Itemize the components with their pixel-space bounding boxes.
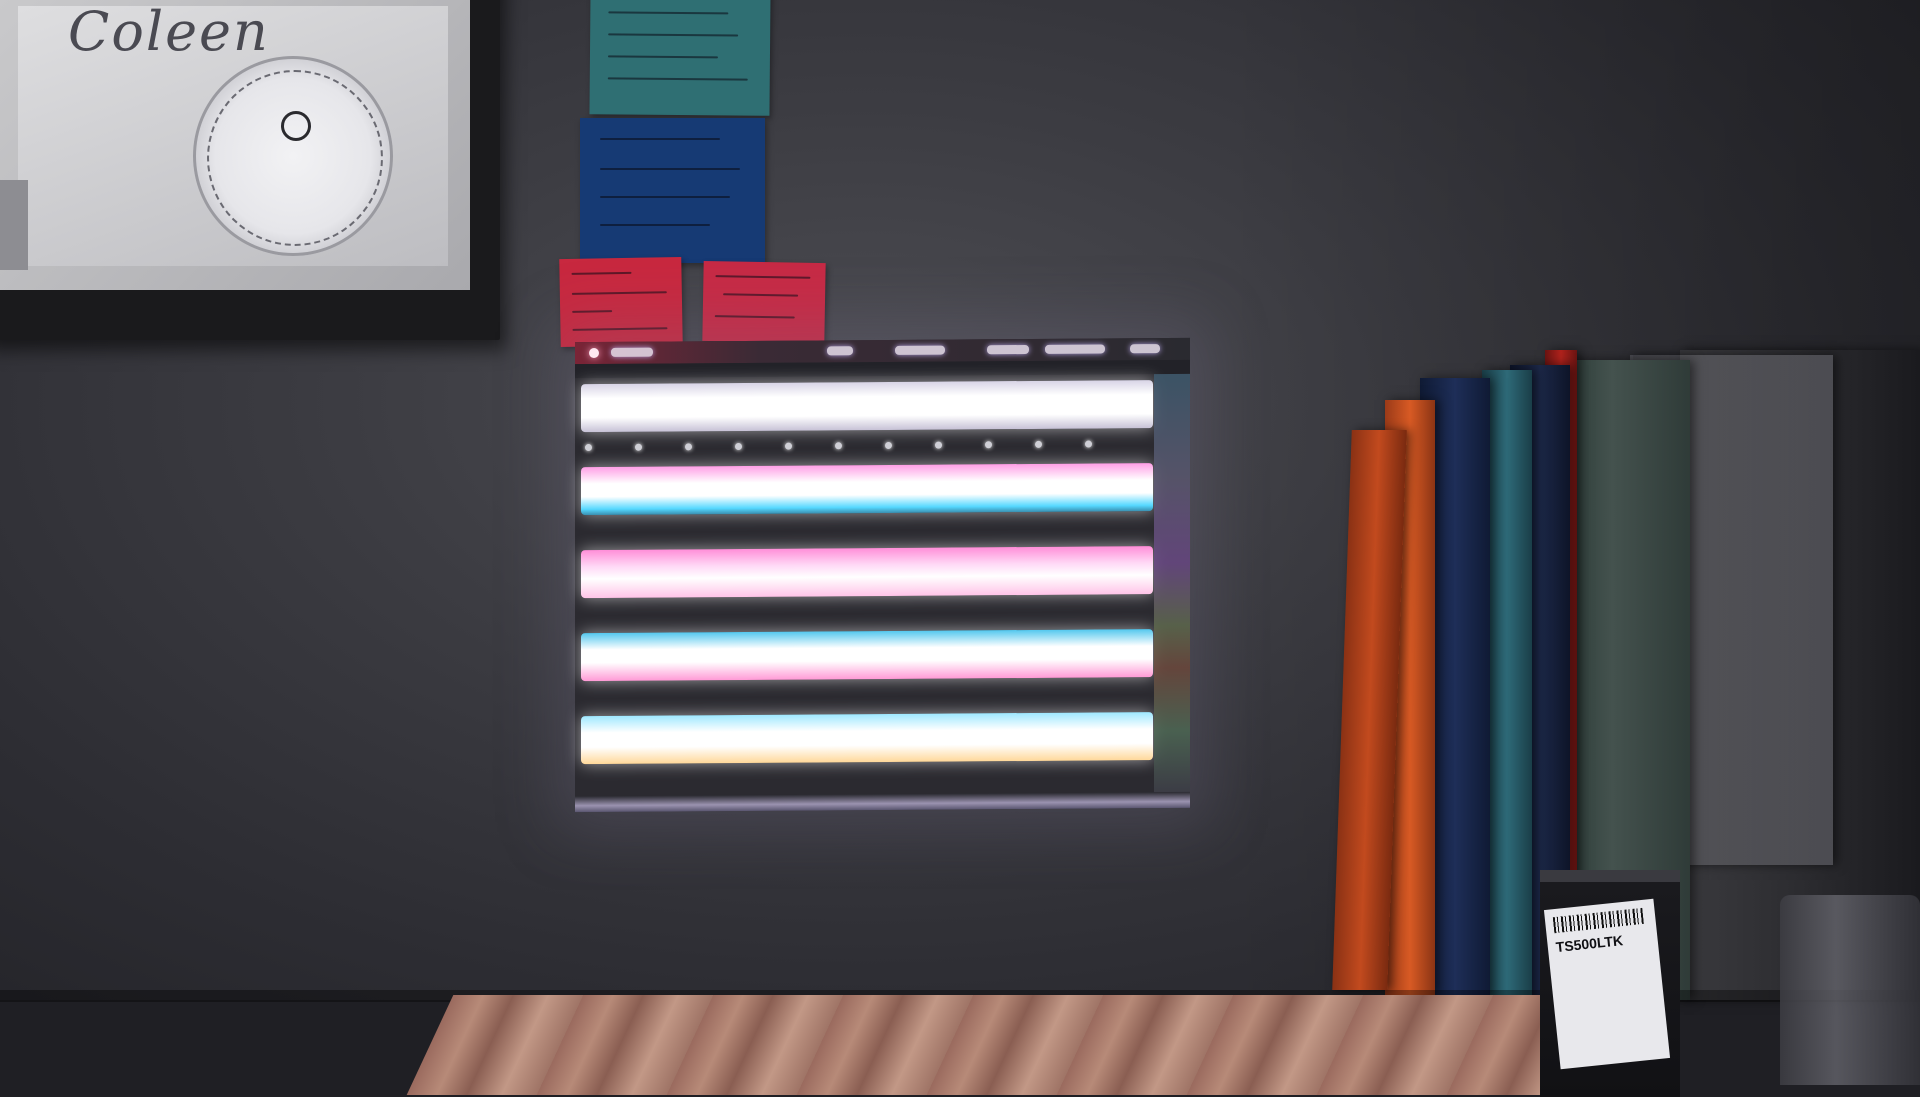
frame-bracket	[0, 180, 28, 270]
projected-dot	[985, 441, 992, 449]
menubar-status	[1045, 344, 1105, 354]
scribble-line	[572, 310, 613, 313]
frame-inner: Coleen	[18, 0, 448, 266]
hard-drive-box: TS500LTK	[1540, 870, 1680, 1097]
scribble-line	[715, 275, 811, 279]
projected-dot	[685, 443, 692, 451]
sticky-note-red-left	[559, 256, 683, 348]
sticky-note-red-right	[702, 260, 826, 344]
menubar-status	[827, 346, 853, 356]
frame-handwriting: Coleen	[68, 0, 270, 63]
projected-screen	[575, 337, 1190, 813]
dial-center	[281, 111, 311, 141]
projected-dot	[935, 441, 942, 449]
scribble-line	[571, 271, 632, 275]
picture-frame: Coleen	[0, 0, 500, 340]
menubar-indicator	[589, 347, 599, 359]
scribble-line	[607, 55, 718, 59]
projected-toolbar	[575, 359, 1190, 379]
projected-dot	[1035, 440, 1042, 448]
frame-mat: Coleen	[0, 0, 470, 290]
scribble-line	[571, 291, 667, 295]
box-label-text: TS500LTK	[1555, 932, 1624, 956]
scribble-line	[714, 315, 795, 319]
box-label: TS500LTK	[1543, 898, 1671, 1070]
sticky-note-blue	[580, 118, 765, 263]
projected-dot	[785, 442, 792, 450]
dial-ring	[207, 70, 383, 246]
scribble-line	[572, 327, 668, 331]
projected-sidebar	[1154, 373, 1190, 795]
projected-bright-row	[581, 546, 1153, 599]
scribble-line	[600, 196, 730, 198]
scribble-line	[723, 293, 799, 297]
projected-dot	[585, 444, 592, 452]
projected-bright-row	[581, 712, 1153, 765]
scribble-line	[608, 33, 739, 37]
projected-dot-row	[585, 438, 1145, 454]
menubar-status	[987, 344, 1029, 355]
projected-bright-row	[581, 629, 1153, 682]
scribble-line	[600, 224, 710, 226]
scribble-line	[600, 168, 740, 170]
barcode-icon	[1552, 907, 1644, 934]
projected-dot	[835, 442, 842, 450]
scribble-line	[600, 138, 720, 140]
projected-bright-row	[581, 463, 1153, 516]
menubar-status	[1130, 344, 1160, 354]
scribble-line	[608, 11, 729, 15]
projected-bright-row	[581, 380, 1153, 433]
menubar-item	[611, 347, 653, 357]
wooden-desk	[406, 995, 1654, 1095]
projected-dot	[635, 443, 642, 451]
glass-jar	[1780, 895, 1920, 1085]
projected-dot	[735, 442, 742, 451]
projected-dot	[1085, 440, 1092, 448]
projected-dot	[885, 441, 892, 449]
sticky-note-teal	[589, 0, 771, 116]
menubar-status	[895, 345, 945, 355]
circular-slide-rule-icon	[193, 56, 393, 256]
scribble-line	[607, 77, 748, 81]
